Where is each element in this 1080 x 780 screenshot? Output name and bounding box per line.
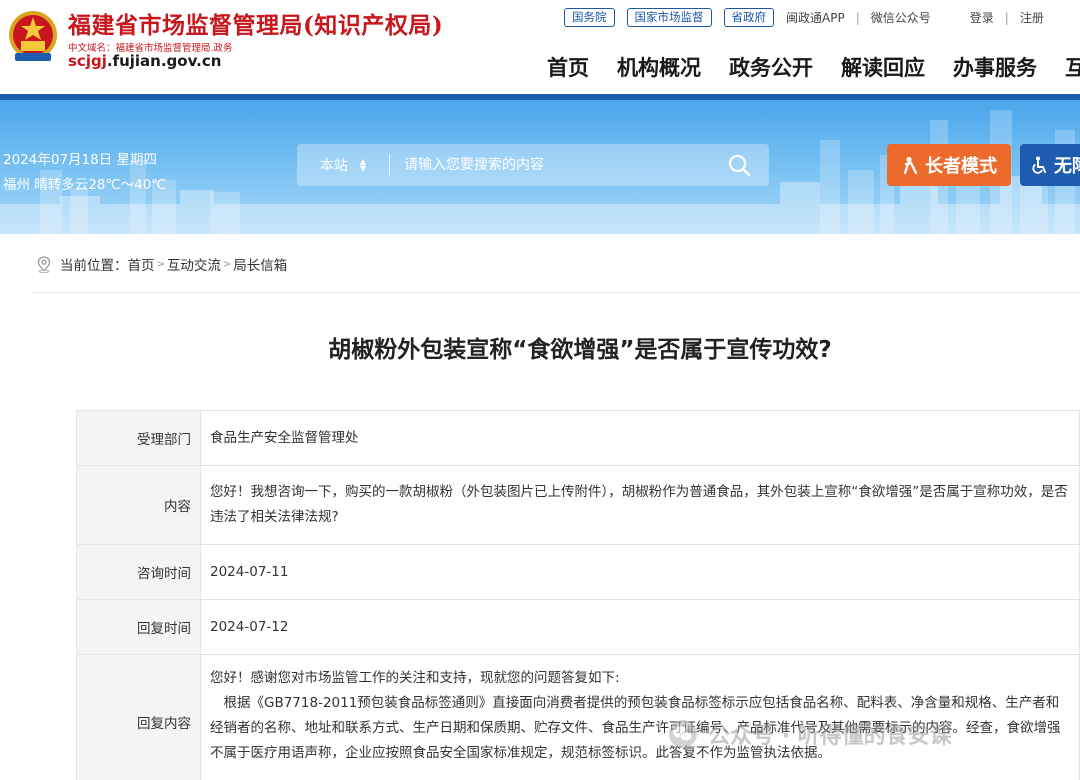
current-date: 2024年07月18日 星期四 [3, 152, 158, 168]
banner: 2024年07月18日 星期四 福州 晴转多云28℃～40℃ 本站 ▲▼ 长者模… [0, 100, 1080, 234]
search-scope-select[interactable]: 本站 ▲ ▼ [297, 154, 390, 176]
site-header: 福建省市场监督管理局(知识产权局) 中文域名：福建省市场监督管理局.政务 scj… [0, 0, 1080, 100]
divider: | [855, 10, 860, 25]
table-row: 咨询时间 2024-07-11 [76, 544, 1080, 600]
page-title: 胡椒粉外包装宣称“食欲增强”是否属于宣传功效? [328, 337, 832, 363]
reply-label: 回复内容 [76, 654, 201, 780]
state-council-link[interactable]: 国务院 [564, 8, 615, 27]
table-row: 内容 您好！我想咨询一下，购买的一款胡椒粉（外包装图片已上传附件），胡椒粉作为普… [76, 465, 1080, 545]
elder-person-icon [903, 156, 918, 174]
site-domain: scjgj.fujian.gov.cn [68, 52, 221, 70]
breadcrumb-separator: > [156, 258, 165, 270]
wechat-link[interactable]: 微信公众号 [871, 9, 931, 26]
samr-link[interactable]: 国家市场监督 [626, 8, 712, 27]
divider: | [1004, 10, 1009, 25]
site-title[interactable]: 福建省市场监督管理局(知识产权局) [68, 6, 443, 40]
weather-info: 福州 晴转多云28℃～40℃ [3, 177, 167, 193]
watermark-text: 公众号 · 听得懂的食安课 [708, 724, 952, 749]
register-link[interactable]: 注册 [1020, 9, 1044, 26]
search-bar: 本站 ▲ ▼ [297, 144, 769, 186]
accessibility-label: 无障 [1054, 156, 1080, 177]
top-links-bar: 国务院 国家市场监督 省政府 闽政通APP | 微信公众号 登录 | 注册 [564, 8, 1044, 27]
search-scope-label: 本站 [319, 158, 348, 174]
domain-suffix: .fujian.gov.cn [106, 52, 222, 70]
ask-time-label: 咨询时间 [76, 544, 201, 600]
nav-interaction[interactable]: 互 [1065, 52, 1080, 82]
national-emblem-icon [9, 11, 57, 61]
breadcrumb: 当前位置： 首页 > 互动交流 > 局长信箱 [36, 254, 287, 274]
location-pin-icon [37, 255, 51, 273]
reply-time-value: 2024-07-12 [200, 599, 1080, 655]
province-gov-link[interactable]: 省政府 [723, 8, 774, 27]
search-input[interactable] [404, 157, 714, 173]
ask-time-value: 2024-07-11 [200, 544, 1080, 600]
department-label: 受理部门 [76, 410, 201, 466]
accessibility-button[interactable]: 无障 [1020, 144, 1080, 186]
table-row: 受理部门 食品生产安全监督管理处 [76, 410, 1080, 466]
breadcrumb-director-mailbox[interactable]: 局长信箱 [233, 254, 287, 274]
content-label: 内容 [76, 465, 201, 545]
nav-home[interactable]: 首页 [547, 52, 589, 82]
nav-services[interactable]: 办事服务 [953, 52, 1037, 82]
search-icon[interactable] [727, 153, 751, 177]
domain-prefix: scjgj [68, 52, 107, 70]
wechat-watermark: 公众号 · 听得懂的食安课 [668, 718, 952, 750]
main-content: 当前位置： 首页 > 互动交流 > 局长信箱 胡椒粉外包装宣称“食欲增强”是否属… [4, 234, 1080, 780]
sort-arrows-icon: ▲ ▼ [359, 157, 367, 173]
department-value: 食品生产安全监督管理处 [200, 410, 1080, 466]
wheelchair-icon [1032, 156, 1046, 174]
wechat-logo-icon [669, 720, 697, 748]
content-value: 您好！我想咨询一下，购买的一款胡椒粉（外包装图片已上传附件），胡椒粉作为普通食品… [200, 465, 1080, 545]
breadcrumb-label: 当前位置： [60, 258, 128, 274]
breadcrumb-home[interactable]: 首页 [128, 254, 155, 274]
nav-interpretation[interactable]: 解读回应 [841, 52, 925, 82]
table-row: 回复时间 2024-07-12 [76, 599, 1080, 655]
breadcrumb-interaction[interactable]: 互动交流 [167, 254, 221, 274]
elder-mode-label: 长者模式 [925, 156, 997, 177]
nav-organization[interactable]: 机构概况 [617, 52, 701, 82]
breadcrumb-separator: > [222, 258, 232, 270]
main-nav: 首页 机构概况 政务公开 解读回应 办事服务 互 [547, 52, 1080, 82]
reply-greeting: 您好！感谢您对市场监管工作的关注和支持，现就您的问题答复如下: [210, 670, 620, 686]
elder-mode-button[interactable]: 长者模式 [887, 144, 1011, 186]
app-link[interactable]: 闽政通APP [786, 9, 845, 26]
reply-time-label: 回复时间 [76, 599, 201, 655]
login-link[interactable]: 登录 [970, 9, 994, 26]
breadcrumb-divider [32, 292, 1080, 293]
nav-government-affairs[interactable]: 政务公开 [729, 52, 813, 82]
